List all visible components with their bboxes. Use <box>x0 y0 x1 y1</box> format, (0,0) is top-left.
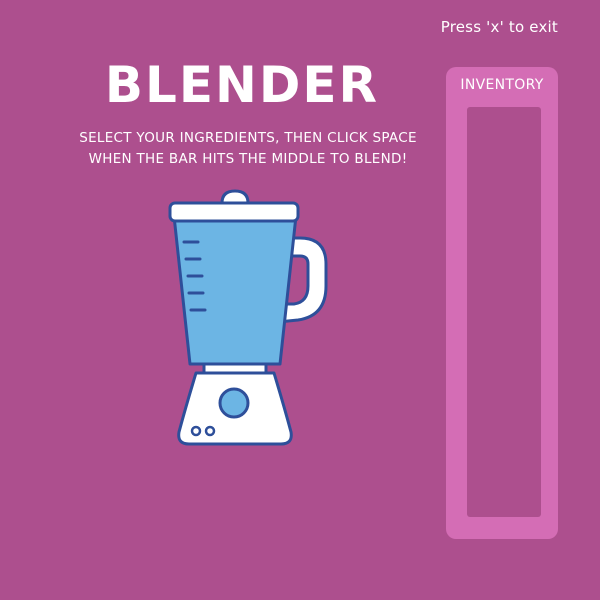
page-title: BLENDER <box>104 56 380 114</box>
inventory-label: INVENTORY <box>460 77 544 93</box>
blender-button <box>190 425 202 437</box>
blender-icon[interactable] <box>160 186 330 448</box>
blender-button <box>204 425 216 437</box>
inventory-slots[interactable] <box>467 107 541 517</box>
instructions-line-2: WHEN THE BAR HITS THE MIDDLE TO BLEND! <box>88 151 408 167</box>
blender-jar <box>172 214 298 366</box>
exit-hint: Press 'x' to exit <box>440 18 558 36</box>
blender-lid <box>168 201 300 223</box>
inventory-panel: INVENTORY <box>446 67 558 539</box>
instructions: SELECT YOUR INGREDIENTS, THEN CLICK SPAC… <box>48 128 448 170</box>
blender-dial <box>218 387 250 419</box>
instructions-line-1: SELECT YOUR INGREDIENTS, THEN CLICK SPAC… <box>79 130 417 146</box>
blender-lid-knob <box>220 189 250 205</box>
